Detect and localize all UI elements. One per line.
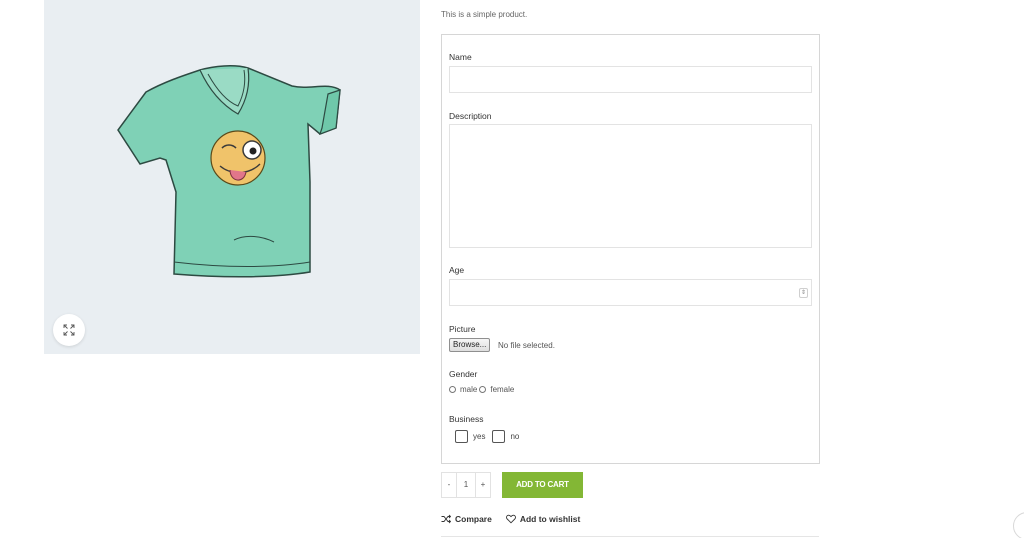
radio-male-label: male	[460, 385, 478, 394]
shuffle-icon	[441, 514, 451, 524]
business-label: Business	[449, 414, 484, 424]
radio-male[interactable]	[449, 386, 456, 393]
radio-female[interactable]	[479, 386, 487, 393]
business-options: yes no	[455, 430, 526, 443]
name-input[interactable]	[449, 66, 812, 93]
checkbox-yes-label: yes	[473, 432, 486, 441]
age-label: Age	[449, 265, 465, 275]
description-label: Description	[449, 111, 492, 121]
quantity-decrease-button[interactable]: -	[442, 473, 456, 497]
heart-icon	[505, 514, 516, 524]
wishlist-link[interactable]: Add to wishlist	[505, 514, 581, 524]
checkbox-no[interactable]	[492, 430, 506, 443]
wishlist-label: Add to wishlist	[519, 514, 581, 524]
compare-link[interactable]: Compare	[441, 514, 492, 524]
number-spinner-icon[interactable]: ⇕	[799, 288, 808, 298]
checkbox-no-label: no	[510, 432, 520, 441]
zoom-button[interactable]	[53, 314, 85, 346]
tshirt-image	[117, 65, 341, 278]
expand-icon	[63, 324, 75, 336]
divider	[441, 536, 819, 537]
quantity-input[interactable]: 1	[456, 473, 476, 497]
name-label: Name	[449, 52, 472, 62]
description-textarea[interactable]	[449, 124, 812, 248]
picture-label: Picture	[449, 324, 476, 334]
scroll-to-top-button[interactable]	[1013, 512, 1024, 538]
gender-options: male female	[449, 385, 516, 394]
age-input[interactable]: ⇕	[449, 279, 812, 306]
product-actions: Compare Add to wishlist	[441, 514, 594, 524]
quantity-increase-button[interactable]: +	[476, 473, 490, 497]
checkbox-yes[interactable]	[455, 430, 468, 443]
product-options-form: Name Description Age ⇕ Picture Browse...…	[441, 34, 820, 464]
add-to-cart-button[interactable]: ADD TO CART	[502, 472, 583, 498]
short-description: This is a simple product.	[441, 10, 528, 19]
quantity-stepper: - 1 +	[441, 472, 491, 498]
product-image[interactable]	[44, 0, 420, 354]
browse-button[interactable]: Browse...	[449, 338, 491, 352]
compare-label: Compare	[455, 514, 492, 524]
radio-female-label: female	[490, 385, 515, 394]
gender-label: Gender	[449, 369, 478, 379]
file-status: No file selected.	[498, 341, 555, 350]
